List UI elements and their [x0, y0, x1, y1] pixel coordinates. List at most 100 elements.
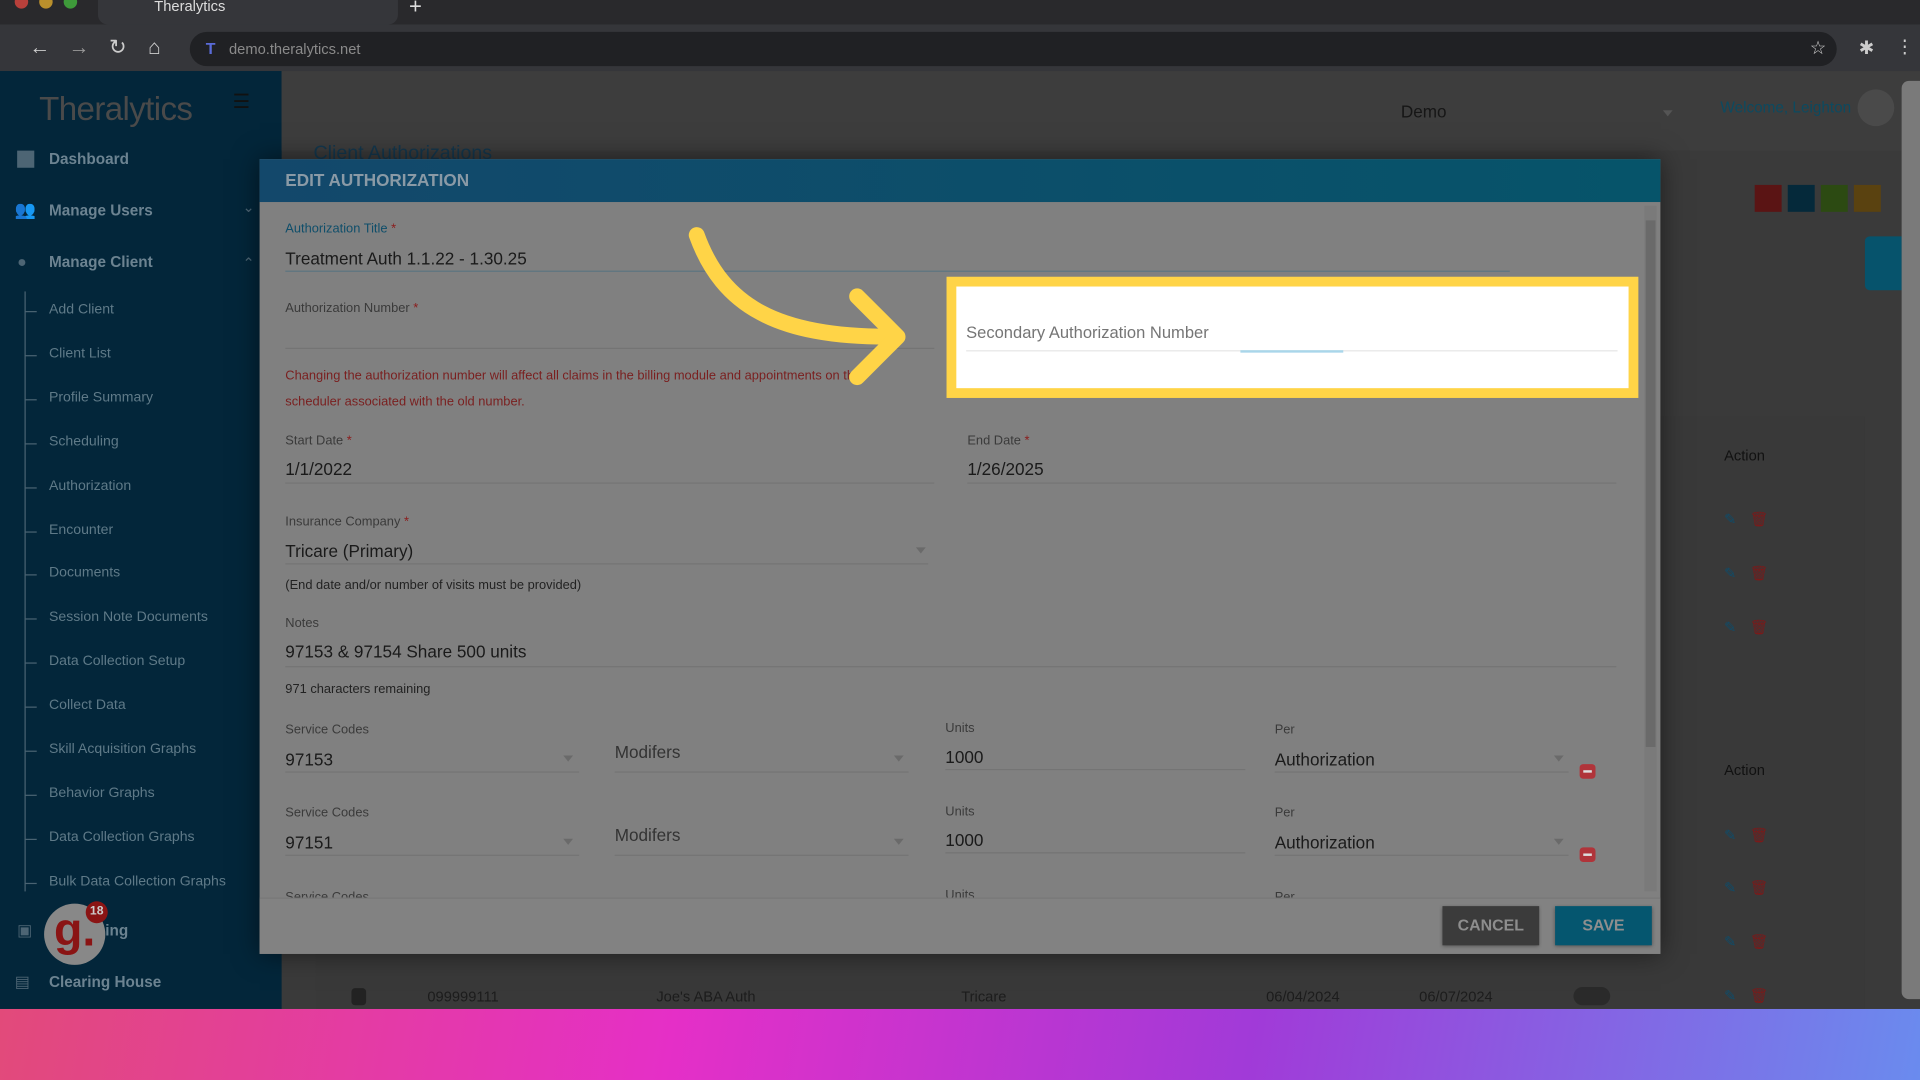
divider [945, 852, 1246, 854]
remove-service-code-button[interactable] [1579, 764, 1596, 779]
sidebar-subitem[interactable]: Collect Data [49, 698, 126, 713]
start-date-label: Start Date * [285, 433, 352, 449]
browser-menu-icon[interactable]: ⋮ [1896, 36, 1914, 58]
sidebar-subitem[interactable]: Data Collection Setup [49, 654, 185, 669]
calendar-icon: ▣ [17, 920, 33, 940]
sidebar-subitem[interactable]: Authorization [49, 478, 131, 493]
row-end-date: 06/07/2024 [1419, 988, 1493, 1006]
save-button[interactable]: SAVE [1555, 906, 1652, 946]
maximize-window-icon[interactable] [63, 0, 78, 9]
doctor-icon[interactable] [1820, 184, 1848, 212]
start-date-input[interactable]: 1/1/2022 [285, 459, 352, 479]
notes-label: Notes [285, 615, 319, 631]
sidebar-subitem[interactable]: Encounter [49, 522, 113, 537]
collapse-sidebar-icon[interactable]: ☰ [233, 89, 251, 113]
per-select[interactable]: Authorization [1275, 749, 1375, 769]
divider [285, 771, 580, 773]
close-window-icon[interactable] [14, 0, 29, 9]
insurance-select[interactable]: Tricare (Primary) [285, 541, 413, 561]
delete-icon[interactable]: 🗑 [1750, 564, 1769, 581]
cancel-button[interactable]: CANCEL [1442, 906, 1540, 946]
edit-icon[interactable]: ✎ [1724, 827, 1736, 844]
address-bar[interactable]: demo.theralytics.net [189, 31, 1837, 67]
submenu-tick [24, 574, 37, 576]
submenu-tick [24, 882, 37, 884]
delete-icon[interactable]: 🗑 [1750, 879, 1769, 896]
expand-row-icon[interactable] [351, 988, 367, 1006]
sidebar-subitem[interactable]: Documents [49, 566, 120, 581]
minimize-window-icon[interactable] [39, 0, 53, 9]
notes-input[interactable]: 97153 & 97154 Share 500 units [285, 642, 526, 662]
edit-icon[interactable]: ✎ [1724, 564, 1736, 581]
divider [614, 854, 909, 856]
secondary-auth-number-input[interactable] [966, 317, 1616, 347]
auth-title-input[interactable]: Treatment Auth 1.1.22 - 1.30.25 [285, 249, 526, 269]
sidebar-subitem[interactable]: Add Client [49, 302, 114, 317]
edit-icon[interactable]: ✎ [1724, 933, 1736, 950]
delete-icon[interactable]: 🗑 [1750, 618, 1769, 635]
edit-icon[interactable]: ✎ [1724, 987, 1736, 1004]
browser-tab[interactable]: Theralytics [97, 0, 398, 25]
edit-icon[interactable]: ✎ [1724, 879, 1736, 896]
row-toggle[interactable] [1573, 986, 1611, 1006]
sidebar-item-manage-users[interactable]: Manage Users [49, 202, 153, 219]
service-code-select[interactable]: 97153 [285, 749, 333, 769]
remove-service-code-button[interactable] [1579, 847, 1596, 863]
modal-scrollbar[interactable] [1644, 205, 1657, 892]
support-user-icon[interactable] [1864, 236, 1902, 291]
sidebar-subitem[interactable]: Behavior Graphs [49, 786, 155, 801]
submenu-tick [24, 706, 37, 708]
tag-icon[interactable] [1754, 184, 1782, 212]
row-insurance: Tricare [961, 988, 1007, 1006]
row-start-date: 06/04/2024 [1266, 988, 1340, 1006]
secondary-auth-number-field[interactable] [956, 286, 1629, 389]
delete-icon[interactable]: 🗑 [1750, 511, 1769, 528]
chevron-down-icon [915, 547, 926, 554]
delete-icon[interactable]: 🗑 [1750, 933, 1769, 950]
service-code-select[interactable]: 97151 [285, 833, 333, 853]
sidebar-subitem[interactable]: Skill Acquisition Graphs [49, 742, 196, 757]
chevron-down-icon: ⌄ [242, 198, 255, 216]
end-date-input[interactable]: 1/26/2025 [967, 459, 1043, 479]
sidebar-subitem[interactable]: Scheduling [49, 434, 119, 449]
divider [1274, 771, 1569, 773]
reload-icon[interactable]: ↻ [109, 36, 126, 60]
sidebar-subitem[interactable]: Profile Summary [49, 390, 153, 405]
edit-icon[interactable]: ✎ [1724, 511, 1736, 528]
chevron-down-icon [1662, 110, 1673, 117]
back-icon[interactable]: ← [29, 36, 50, 60]
bookmark-star-icon[interactable]: ☆ [1810, 37, 1826, 59]
page-scrollbar[interactable] [1901, 80, 1920, 1000]
calendar-icon[interactable] [1853, 184, 1881, 212]
home-icon[interactable]: ⌂ [148, 36, 161, 60]
sidebar-item-clearing-house[interactable]: Clearing House [49, 973, 161, 990]
per-label: Per [1274, 722, 1295, 738]
forward-icon[interactable]: → [69, 36, 90, 60]
modifiers-select[interactable]: Modifers [615, 742, 681, 762]
phone-icon[interactable] [1787, 184, 1815, 212]
new-tab-icon[interactable]: + [409, 0, 422, 20]
sidebar-item-dashboard[interactable]: Dashboard [49, 151, 129, 168]
submenu-tick [24, 442, 37, 445]
avatar[interactable] [1857, 89, 1895, 127]
sidebar-item-billing[interactable]: ing [105, 922, 128, 939]
auth-title-label: Authorization Title * [285, 221, 397, 237]
per-select[interactable]: Authorization [1275, 833, 1375, 853]
sidebar-subitem[interactable]: Session Note Documents [49, 610, 208, 625]
modifiers-select[interactable]: Modifers [615, 825, 681, 845]
sidebar-item-manage-client[interactable]: Manage Client [49, 253, 153, 270]
divider [967, 482, 1617, 484]
sidebar-subitem[interactable]: Bulk Data Collection Graphs [49, 874, 226, 889]
units-input[interactable]: 1000 [945, 830, 983, 850]
sidebar-subitem[interactable]: Client List [49, 346, 111, 361]
units-input[interactable]: 1000 [945, 747, 983, 767]
sidebar-subitem[interactable]: Data Collection Graphs [49, 830, 195, 845]
delete-icon[interactable]: 🗑 [1750, 827, 1769, 844]
org-select[interactable]: Demo [1401, 102, 1447, 122]
submenu-tick [24, 750, 37, 752]
edit-icon[interactable]: ✎ [1724, 618, 1736, 635]
extensions-icon[interactable]: ✱ [1859, 37, 1874, 59]
modal-title: EDIT AUTHORIZATION [259, 159, 1661, 203]
divider [285, 854, 580, 856]
delete-icon[interactable]: 🗑 [1750, 987, 1769, 1004]
